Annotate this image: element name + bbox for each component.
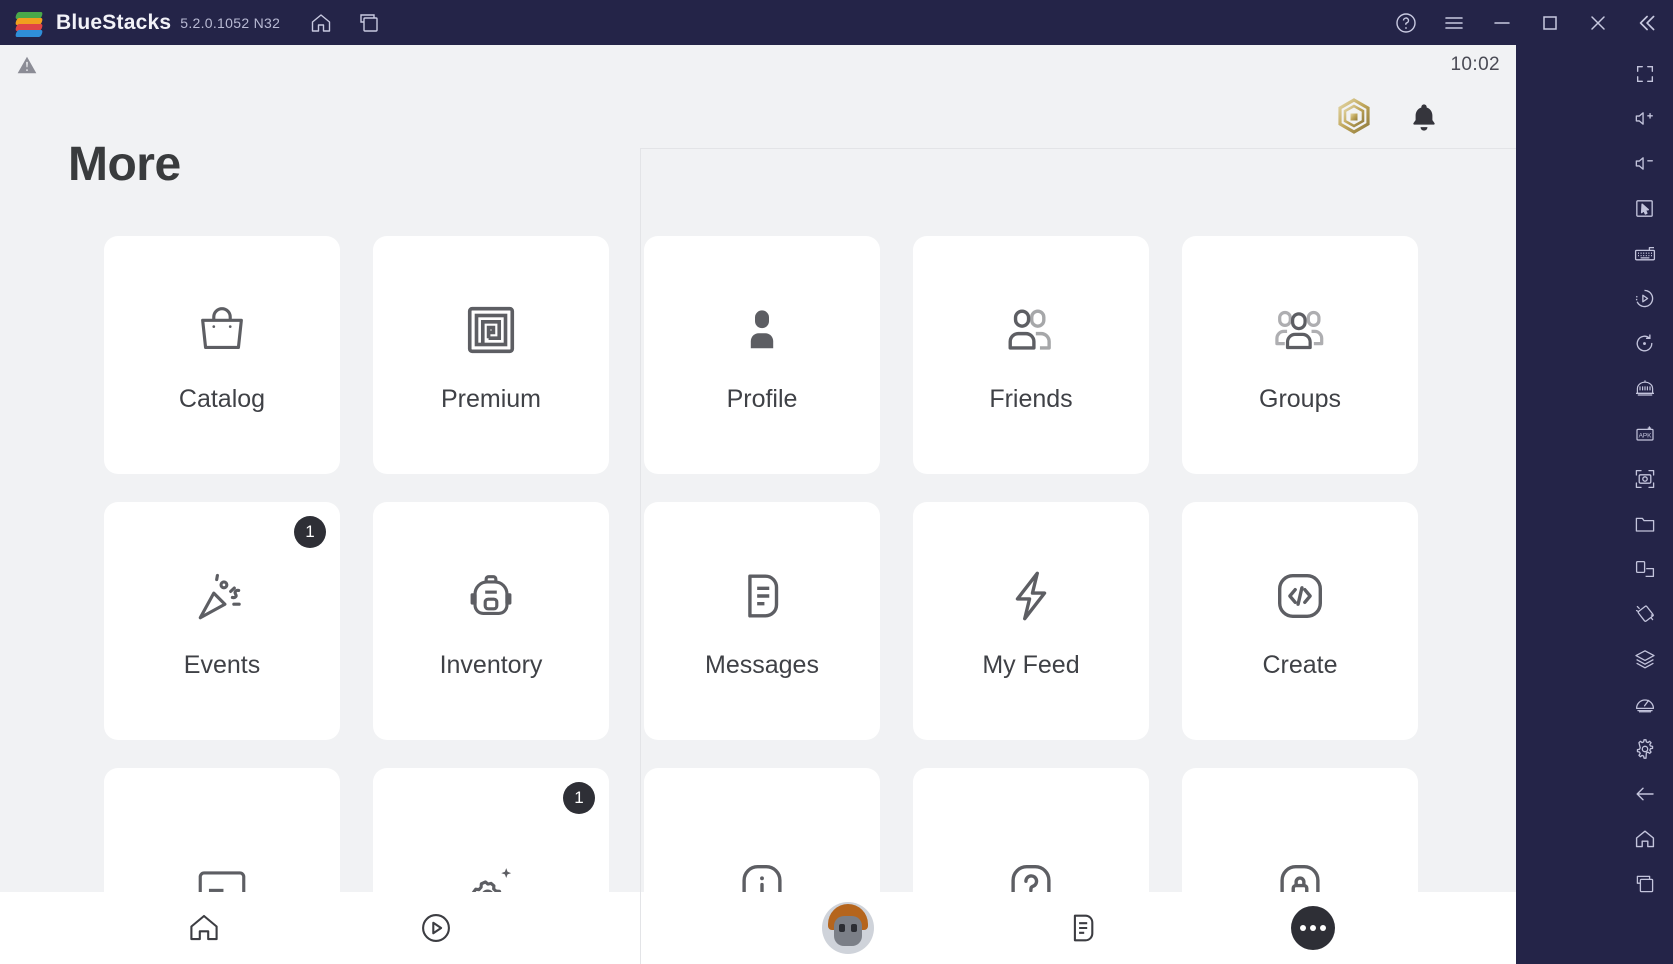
friends-icon	[998, 297, 1064, 363]
tile-messages[interactable]: Messages	[644, 502, 880, 740]
fullscreen-icon[interactable]	[1622, 51, 1668, 96]
tile-inventory[interactable]: Inventory	[373, 502, 609, 740]
close-icon[interactable]	[1585, 10, 1611, 36]
tile-label: My Feed	[982, 650, 1080, 679]
app-version: 5.2.0.1052 N32	[180, 14, 281, 31]
cursor-icon[interactable]	[1622, 186, 1668, 231]
help-icon[interactable]	[1393, 10, 1419, 36]
tile-groups[interactable]: Groups	[1182, 236, 1418, 474]
tile-label: Premium	[440, 384, 541, 413]
tile-create[interactable]: Create	[1182, 502, 1418, 740]
record-screen-icon[interactable]	[1622, 276, 1668, 321]
android-status-bar: 10:02	[0, 45, 1516, 85]
tile-label: Groups	[1259, 384, 1341, 413]
tile-events[interactable]: 1 Events	[104, 502, 340, 740]
menu-icon[interactable]	[1441, 10, 1467, 36]
rotate-icon[interactable]	[1622, 321, 1668, 366]
tile-badge: 1	[563, 782, 595, 814]
warning-triangle-icon	[16, 54, 38, 76]
layers-icon[interactable]	[1622, 636, 1668, 681]
bell-icon[interactable]	[1408, 100, 1440, 134]
home-icon[interactable]	[1622, 816, 1668, 861]
bottom-nav-left-group	[0, 892, 640, 964]
performance-meter-icon[interactable]	[1622, 681, 1668, 726]
tile-label: Inventory	[439, 650, 543, 679]
keyboard-controls-icon[interactable]	[1622, 231, 1668, 276]
page-title: More	[68, 138, 181, 191]
right-tile-grid: Profile Friends Groups Messages My Feed …	[644, 236, 1418, 964]
lightning-icon	[998, 563, 1064, 629]
nav-home-icon[interactable]	[177, 901, 231, 955]
nav-play-icon[interactable]	[409, 901, 463, 955]
volume-up-icon[interactable]	[1622, 96, 1668, 141]
minimize-icon[interactable]	[1489, 10, 1515, 36]
multi-instance-sync-icon[interactable]	[1622, 546, 1668, 591]
tile-label: Create	[1262, 650, 1338, 679]
person-icon	[729, 297, 795, 363]
gamepad-controls-icon[interactable]	[1622, 366, 1668, 411]
tile-profile[interactable]: Profile	[644, 236, 880, 474]
collapse-sidebar-icon[interactable]	[1633, 10, 1659, 36]
recents-icon[interactable]	[1622, 861, 1668, 906]
tile-label: Friends	[989, 384, 1073, 413]
tile-my-feed[interactable]: My Feed	[913, 502, 1149, 740]
tile-catalog[interactable]: Catalog	[104, 236, 340, 474]
status-bar-clock: 10:02	[1450, 54, 1500, 75]
nav-more-icon[interactable]	[1290, 906, 1335, 950]
backpack-icon	[458, 563, 524, 629]
tile-label: Profile	[726, 384, 798, 413]
robux-icon[interactable]	[1334, 97, 1374, 137]
tile-friends[interactable]: Friends	[913, 236, 1149, 474]
tile-label: Catalog	[178, 384, 266, 413]
back-icon[interactable]	[1622, 771, 1668, 816]
bottom-navigation-bar	[0, 892, 1516, 964]
maximize-icon[interactable]	[1537, 10, 1563, 36]
app-name: BlueStacks	[56, 10, 172, 34]
code-icon	[1267, 563, 1333, 629]
tile-badge: 1	[294, 516, 326, 548]
left-tile-grid: Catalog Premium 1 Events Inventory 1	[104, 236, 609, 964]
shopping-bag-icon	[189, 297, 255, 363]
roblox-topbar-icons	[1334, 97, 1440, 137]
groups-icon	[1267, 297, 1333, 363]
titlebar-home-icon[interactable]	[308, 10, 334, 36]
shake-icon[interactable]	[1622, 591, 1668, 636]
premium-p-icon	[458, 297, 524, 363]
tile-premium[interactable]: Premium	[373, 236, 609, 474]
bluestacks-sidebar: APK	[1616, 45, 1673, 964]
volume-down-icon[interactable]	[1622, 141, 1668, 186]
bluestacks-window: BlueStacks 5.2.0.1052 N32 10:02 More Cat…	[0, 0, 1673, 964]
bottom-nav-right-group	[640, 892, 1516, 964]
install-apk-icon[interactable]: APK	[1622, 411, 1668, 456]
bluestacks-logo-icon	[14, 8, 44, 38]
party-popper-icon	[189, 563, 255, 629]
tile-label: Events	[183, 650, 261, 679]
nav-chat-icon[interactable]	[1056, 901, 1110, 955]
svg-text:APK: APK	[1638, 432, 1652, 439]
media-manager-icon[interactable]	[1622, 501, 1668, 546]
message-doc-icon	[729, 563, 795, 629]
tile-label: Messages	[705, 650, 819, 679]
titlebar-multi-instance-icon[interactable]	[356, 10, 382, 36]
title-bar: BlueStacks 5.2.0.1052 N32	[0, 0, 1673, 45]
roblox-more-page: More Catalog Premium 1 Events Inventory …	[0, 85, 1516, 964]
settings-gear-icon[interactable]	[1622, 726, 1668, 771]
screenshot-icon[interactable]	[1622, 456, 1668, 501]
nav-avatar[interactable]	[822, 902, 875, 954]
android-screen: 10:02 More Catalog Premium 1 Events Inve…	[0, 45, 1516, 964]
